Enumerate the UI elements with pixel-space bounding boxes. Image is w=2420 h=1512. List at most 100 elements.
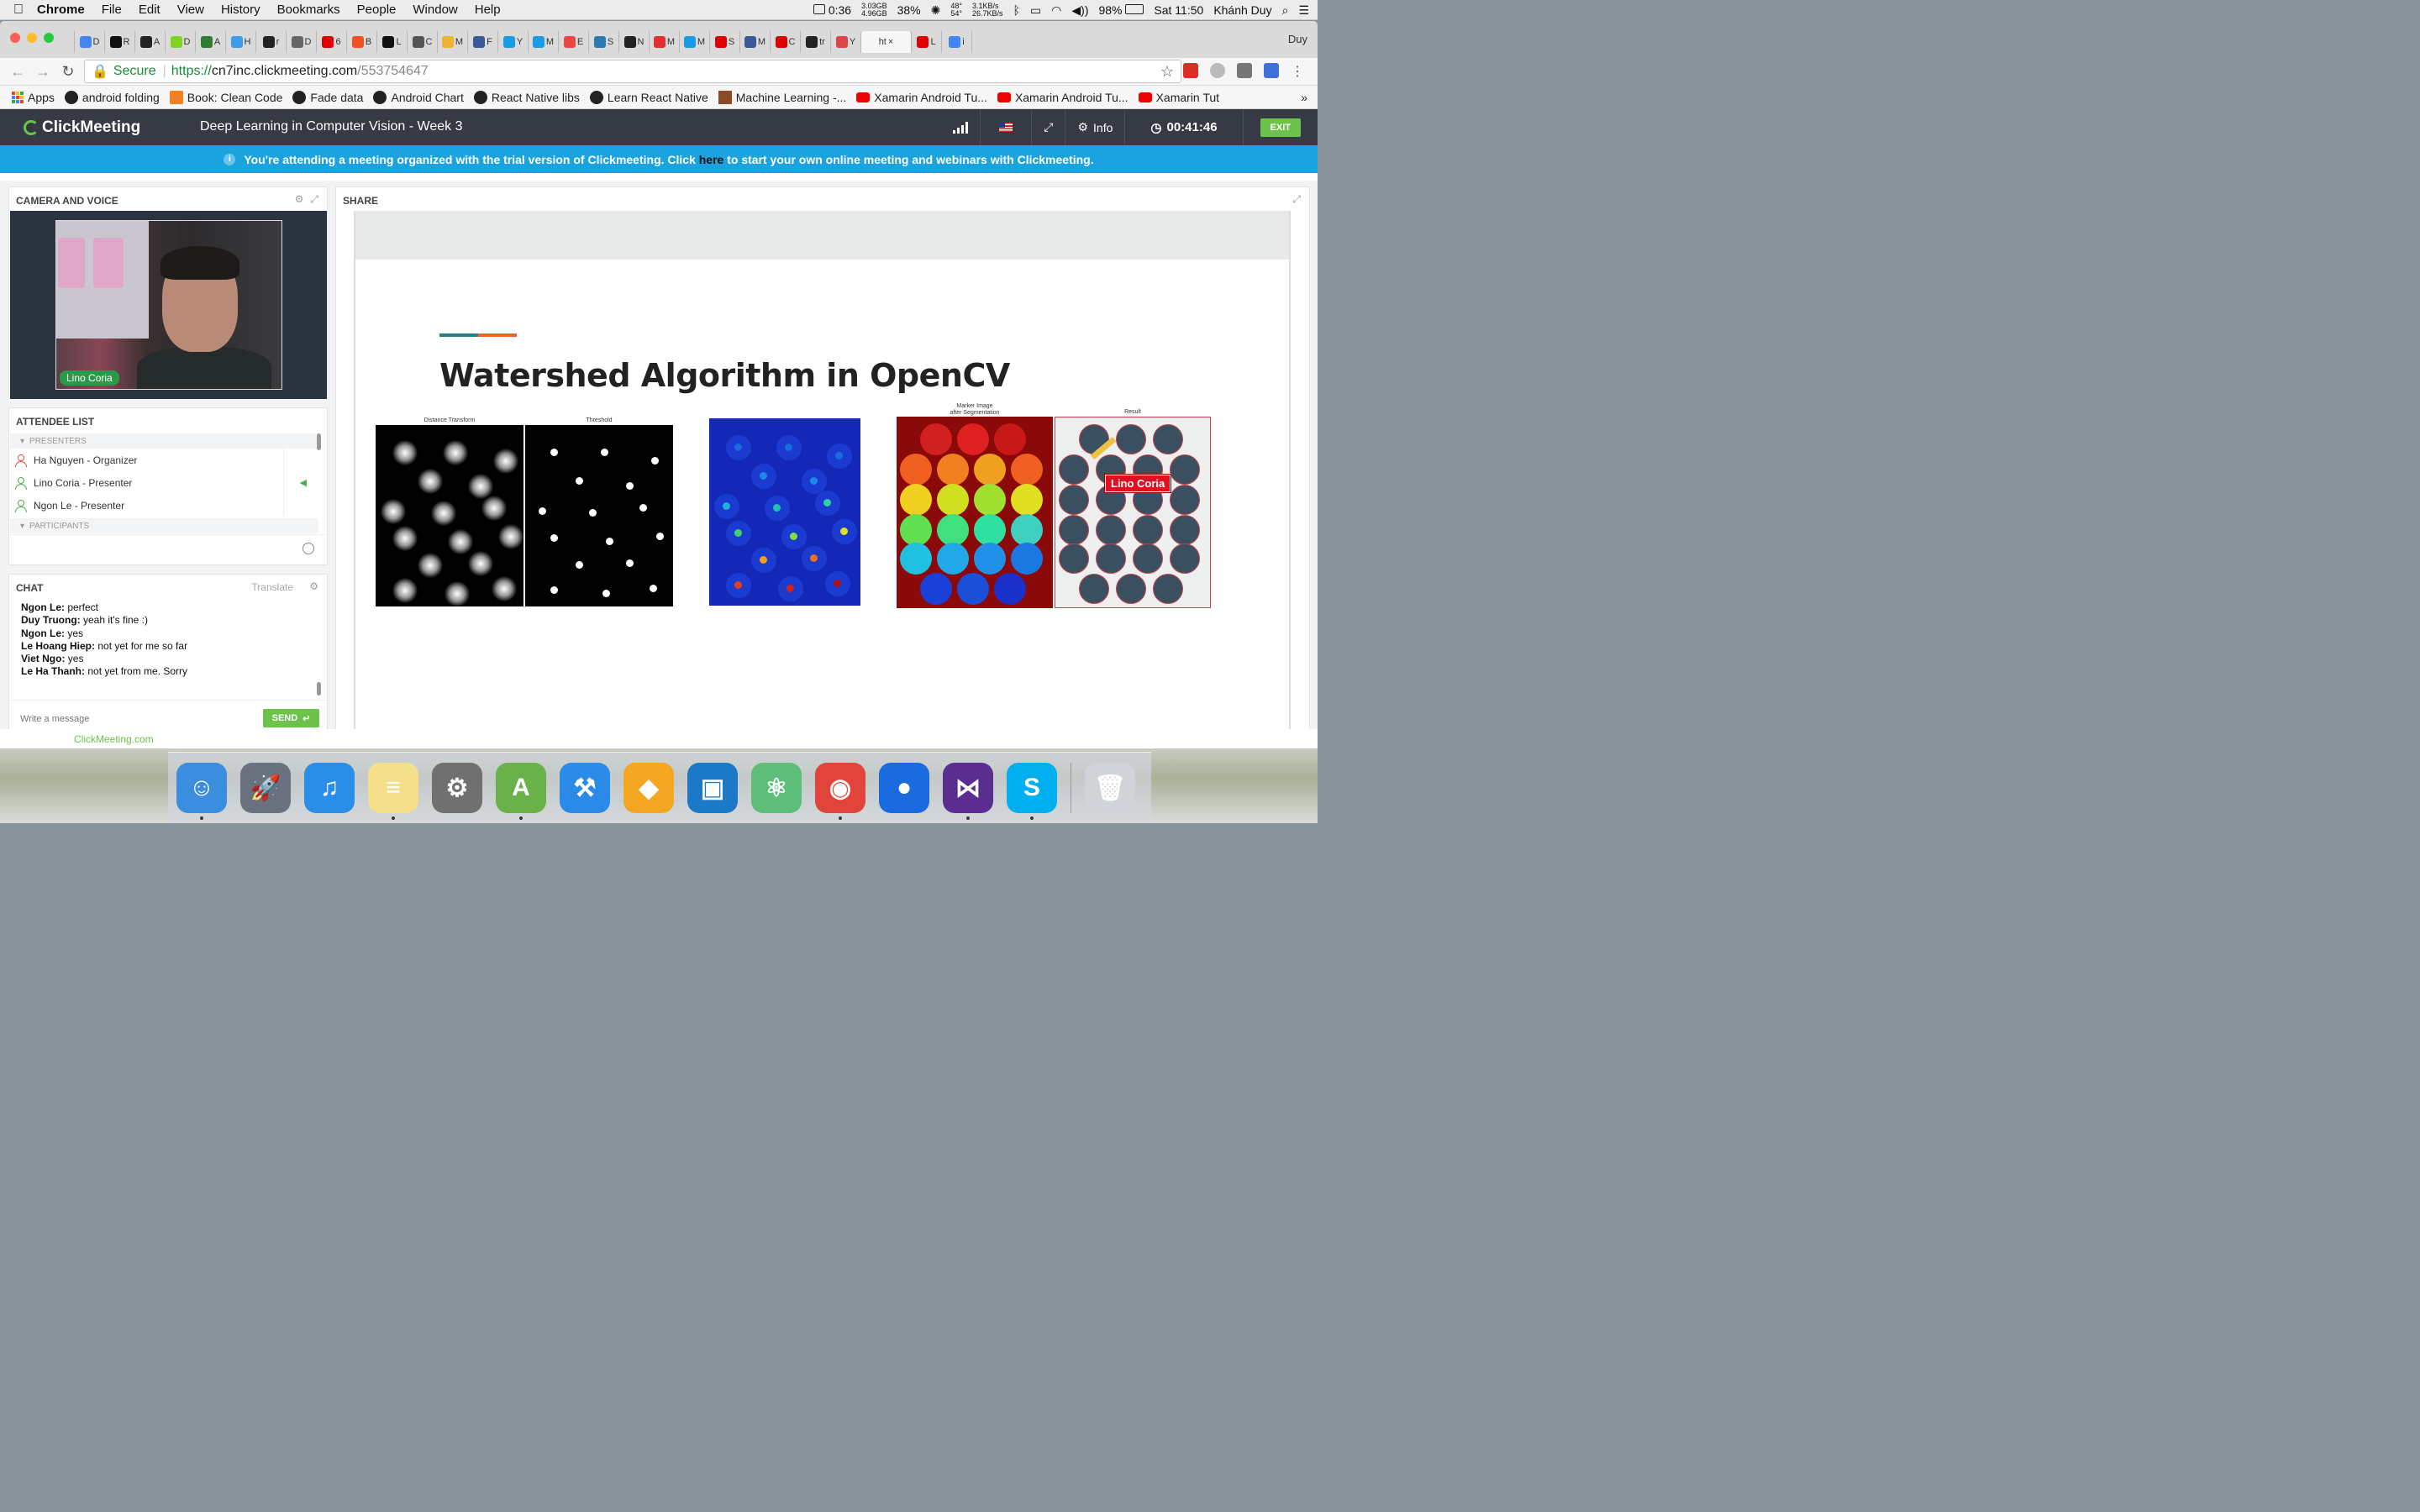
apple-menu-icon[interactable]:  [0,3,37,18]
browser-tab[interactable]: S [709,31,739,53]
fan-icon[interactable]: ✺ [931,3,941,18]
attendee-row[interactable]: Lino Coria - Presenter ◀ [10,471,318,494]
temperature-stat[interactable]: 48° 54° [950,3,962,18]
browser-tab[interactable]: F [467,31,497,53]
bookmark-item[interactable]: Android Chart [373,90,464,104]
browser-tab[interactable]: C [770,31,800,53]
bluetooth-icon[interactable]: ᛒ [1013,3,1020,17]
notification-center-icon[interactable]: ☰ [1298,3,1309,18]
language-selector[interactable] [980,109,1031,145]
reload-icon[interactable]: ↻ [55,63,81,81]
settings-gear-icon[interactable]: ⚙ [295,193,304,206]
network-stat[interactable]: 3.1KB/s 26.7KB/s [972,3,1003,18]
browser-tab[interactable]: B [346,31,376,53]
airplay-icon[interactable]: ▭ [1030,3,1041,18]
chrome-icon[interactable]: ◉ [815,763,865,820]
browser-tab[interactable]: D [74,31,104,53]
chat-message-input[interactable] [20,711,255,727]
chat-scrollbar[interactable] [317,682,321,696]
bookmark-item[interactable]: Xamarin Android Tu... [856,91,987,104]
gmail-extension-icon[interactable] [1183,63,1198,78]
browser-tab[interactable]: R [104,31,134,53]
browser-tab[interactable]: N [618,31,649,53]
extension-icon[interactable] [1210,63,1225,78]
bookmark-item[interactable]: android folding [64,90,160,104]
menu-file[interactable]: File [102,3,122,17]
itunes-icon[interactable]: ♫ [304,763,355,813]
bookmark-item[interactable]: Book: Clean Code [169,90,282,104]
browser-tab[interactable]: D [165,31,195,53]
attendee-scrollbar[interactable] [317,433,321,450]
menu-edit[interactable]: Edit [139,3,160,17]
forward-arrow-icon[interactable]: → [30,63,55,81]
notes-icon[interactable]: ≡ [368,763,418,820]
bookmark-item[interactable]: React Native libs [473,90,580,104]
bookmark-item[interactable]: Apps [12,91,55,104]
presenters-group-header[interactable]: ▾ PRESENTERS [10,433,318,449]
chrome-menu-icon[interactable]: ⋮ [1291,63,1306,79]
browser-tab[interactable]: r [255,31,286,53]
clock[interactable]: Sat 11:50 [1154,3,1203,17]
new-tab-button[interactable] [971,31,1000,53]
translate-button[interactable]: Translate [251,581,293,593]
spotlight-icon[interactable]: ⌕ [1282,3,1289,18]
browser-tab[interactable]: A [134,31,165,53]
system-preferences-icon[interactable]: ⚙ [432,763,482,813]
vmware-icon[interactable]: ▣ [687,763,738,813]
browser-tab[interactable]: H [225,31,255,53]
user-name[interactable]: Khánh Duy [1213,3,1271,17]
trash-icon[interactable]: 🗑 [1085,763,1135,813]
exit-button[interactable]: EXIT [1260,118,1301,137]
powered-by-link[interactable]: ClickMeeting.com [74,733,154,745]
browser-tab[interactable]: L [911,31,941,53]
browser-tab[interactable]: Y [830,31,860,53]
participants-group-header[interactable]: ▾ PARTICIPANTS [10,518,318,533]
menu-help[interactable]: Help [475,3,501,17]
menu-bookmarks[interactable]: Bookmarks [277,3,340,17]
menu-people[interactable]: People [357,3,397,17]
cpu-stat[interactable]: 38% [897,3,921,17]
wifi-icon[interactable]: ◠ [1051,3,1061,18]
attendee-row[interactable]: Ngon Le - Presenter [10,494,318,517]
expand-icon[interactable]: ⤢ [310,193,318,206]
banner-here-link[interactable]: here [699,153,724,166]
browser-tab[interactable]: A [195,31,225,53]
finder-icon[interactable]: ☺ [176,763,227,820]
skype-icon[interactable]: S [1007,763,1057,820]
send-button[interactable]: SEND ↵ [263,709,319,727]
extension-d-icon[interactable] [1264,63,1279,78]
browser-tab[interactable]: 6 [316,31,346,53]
bookmarks-overflow-icon[interactable]: » [1301,91,1307,104]
battery-percent[interactable]: 98% [1098,3,1144,17]
settings-gear-icon[interactable]: ⚙ [309,580,318,592]
connection-quality[interactable] [941,109,980,145]
browser-tab[interactable]: D [286,31,316,53]
battery-time[interactable]: 0:36 [813,3,851,17]
browser-tab[interactable]: C [407,31,437,53]
sketch-icon[interactable]: ◆ [623,763,674,813]
memory-stat[interactable]: 3.03GB 4.96GB [861,3,887,18]
browser-tab[interactable]: M [649,31,679,53]
maps-pin-icon[interactable]: ● [879,763,929,813]
attendee-row[interactable]: Ha Nguyen - Organizer [10,449,318,471]
emoji-icon[interactable] [302,543,314,554]
browser-tab[interactable]: S [588,31,618,53]
bookmark-item[interactable]: Machine Learning -... [718,90,846,104]
menu-history[interactable]: History [221,3,260,17]
profile-button[interactable]: Duy [1288,33,1307,45]
expand-icon[interactable]: ⤢ [1292,193,1301,206]
minimize-window-icon[interactable] [27,33,37,43]
info-button[interactable]: ⚙ Info [1065,109,1124,145]
browser-tab[interactable]: tr [800,31,830,53]
fullscreen-button[interactable]: ⤢ [1031,109,1065,145]
browser-tab[interactable]: E [558,31,588,53]
app-menu[interactable]: Chrome [37,3,85,17]
volume-icon[interactable]: ◀)) [1071,3,1088,18]
bookmark-star-icon[interactable]: ☆ [1160,63,1174,81]
bookmark-item[interactable]: Fade data [292,90,363,104]
browser-tab[interactable]: M [437,31,467,53]
browser-tab[interactable]: Y [497,31,528,53]
bookmark-item[interactable]: Learn React Native [589,90,708,104]
xcode-icon[interactable]: ⚒ [560,763,610,813]
extension-icon[interactable] [1237,63,1252,78]
